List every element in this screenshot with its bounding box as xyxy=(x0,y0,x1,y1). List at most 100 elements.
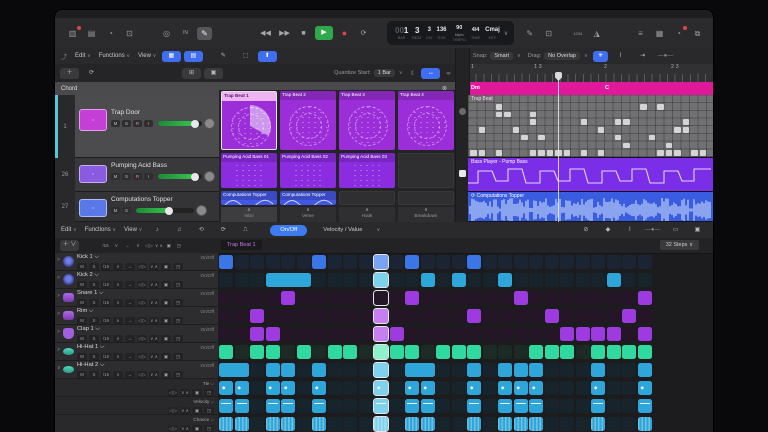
step-cell[interactable] xyxy=(405,398,419,413)
step-cell[interactable] xyxy=(265,344,280,359)
clear-icon[interactable]: ▣ xyxy=(161,262,171,270)
step-cell[interactable] xyxy=(420,254,435,269)
step-cell[interactable] xyxy=(250,290,264,305)
step-cell[interactable] xyxy=(265,416,280,431)
direction-icon[interactable]: → xyxy=(125,370,135,378)
performance-button[interactable]: ▣ xyxy=(204,67,223,79)
forward-button[interactable]: ▶▶ xyxy=(277,27,292,40)
step-cell[interactable] xyxy=(482,344,497,359)
step-cell[interactable] xyxy=(250,272,264,287)
clear-icon[interactable]: ▣ xyxy=(161,352,171,360)
step-cell[interactable] xyxy=(467,254,481,269)
mute-button[interactable]: M xyxy=(77,298,87,306)
step-cell[interactable]: ◆ xyxy=(467,380,481,395)
rate-stepper[interactable]: ∨ xyxy=(113,298,123,306)
step-cell[interactable] xyxy=(296,308,311,323)
loop-cell[interactable]: Pumping Acid Bass 03 xyxy=(339,153,395,188)
i-button[interactable]: I xyxy=(144,120,153,127)
direction-icon[interactable]: → xyxy=(125,298,135,306)
loops-functions-menu[interactable]: Functions ∨ xyxy=(99,53,130,59)
step-cell[interactable] xyxy=(327,290,342,305)
step-cell[interactable] xyxy=(482,308,497,323)
step-cell[interactable] xyxy=(482,290,497,305)
pan-knob[interactable] xyxy=(204,171,215,182)
row-name[interactable]: Hi-Hat 1 ⌵ xyxy=(77,344,104,351)
step-cell[interactable] xyxy=(591,362,605,377)
record-button[interactable]: ● xyxy=(337,27,352,40)
region-computations-topper[interactable]: ⟳ Computations Topper xyxy=(468,192,713,222)
step-cell[interactable] xyxy=(250,254,264,269)
scene-trigger[interactable]: ∧ Breakdown xyxy=(398,207,454,222)
hide-rows-eye-icon[interactable]: ⊘ xyxy=(576,225,595,236)
clear-icon[interactable]: ▣ xyxy=(161,370,171,378)
m-button[interactable]: M xyxy=(111,207,120,214)
sequencer-row-header[interactable]: Velocity ⌵ ◁ ▷ ∨ ∧ ▣ ◳ xyxy=(55,397,218,415)
add-row-button[interactable]: ＋ ∨ xyxy=(60,240,79,251)
direction-icon[interactable]: → xyxy=(125,352,135,360)
shift-icons[interactable]: ◁ ▷ xyxy=(137,262,147,270)
step-cell[interactable] xyxy=(343,326,357,341)
step-cell[interactable] xyxy=(606,362,621,377)
note-link-icon[interactable]: ♫ xyxy=(170,225,189,236)
loops-edit-menu[interactable]: Edit ∨ xyxy=(75,53,91,59)
step-cell[interactable] xyxy=(281,326,295,341)
step-cell[interactable]: ◆ xyxy=(637,380,652,395)
step-cell[interactable] xyxy=(467,272,481,287)
step-cell[interactable] xyxy=(358,362,373,377)
shift-icons[interactable]: ◁ ▷ xyxy=(137,334,147,342)
region-bass-player[interactable]: Bass Player - Pump Bass xyxy=(468,158,713,192)
step-cell[interactable] xyxy=(606,398,621,413)
step-cell[interactable] xyxy=(544,254,559,269)
step-cell[interactable] xyxy=(373,307,389,324)
step-cell[interactable] xyxy=(606,416,621,431)
step-cell[interactable] xyxy=(436,398,450,413)
step-cell[interactable] xyxy=(482,362,497,377)
step-cell[interactable] xyxy=(575,416,590,431)
step-cell[interactable] xyxy=(327,326,342,341)
metronome-icon[interactable]: ◮ xyxy=(589,27,604,40)
step-cell[interactable] xyxy=(219,344,233,359)
step-cell[interactable] xyxy=(343,344,357,359)
sequencer-row-header[interactable]: > Clap 1 ⌵ On/Off M S/16 ∨ → ◁ ▷ ∨ ∧ ▣ ◳ xyxy=(55,325,218,343)
step-cell[interactable] xyxy=(234,416,249,431)
step-cell[interactable] xyxy=(529,362,543,377)
clear-icon[interactable]: ▣ xyxy=(161,280,171,288)
volume-slider[interactable] xyxy=(136,206,194,215)
step-cell[interactable] xyxy=(296,326,311,341)
marquee-ruler-button[interactable]: I xyxy=(611,51,630,62)
step-cell[interactable] xyxy=(467,308,481,323)
loop-browser-icon[interactable]: ⧉ xyxy=(690,27,705,40)
step-cell[interactable] xyxy=(389,416,404,431)
step-cell[interactable] xyxy=(296,362,311,377)
step-cell[interactable] xyxy=(420,326,435,341)
shift-icons[interactable]: ◁ ▷ xyxy=(137,370,147,378)
global-direction-stepper[interactable]: ∨ xyxy=(136,243,140,249)
step-cell[interactable] xyxy=(219,362,249,377)
step-cell[interactable] xyxy=(436,380,450,395)
step-cell[interactable] xyxy=(451,272,466,287)
step-cell[interactable] xyxy=(482,272,497,287)
smart-controls-icon[interactable]: ◎ xyxy=(159,27,174,40)
step-cell[interactable] xyxy=(389,272,404,287)
sequencer-row-header[interactable]: > Snare 1 ⌵ On/Off M S/16 ∨ → ◁ ▷ ∨ ∧ ▣ ◳ xyxy=(55,289,218,307)
subrow-label[interactable]: Tie ⌵ xyxy=(203,381,214,386)
expand-arrow-icon[interactable]: > xyxy=(57,329,60,335)
cycle-button[interactable]: ⟳ xyxy=(356,27,371,40)
step-cell[interactable] xyxy=(405,362,435,377)
region-trap-beat[interactable]: Trap Beat xyxy=(468,95,713,158)
shift-icons[interactable]: ◁ ▷ xyxy=(137,352,147,360)
step-cell[interactable] xyxy=(327,308,342,323)
seq-functions-menu[interactable]: Functions ∨ xyxy=(85,227,116,233)
step-cell[interactable] xyxy=(389,290,404,305)
step-cell[interactable] xyxy=(606,290,621,305)
step-cell[interactable] xyxy=(389,308,404,323)
pencil-tool-button[interactable]: ✎ xyxy=(214,51,233,62)
volume-slider[interactable] xyxy=(158,172,202,181)
sequencer-row-header[interactable]: > Kick 2 ⌵ On/Off M S/16 ∨ → ◁ ▷ ∨ ∧ ▣ ◳ xyxy=(55,271,218,289)
step-cell[interactable] xyxy=(420,344,435,359)
pan-knob[interactable] xyxy=(204,118,215,129)
step-cell[interactable] xyxy=(529,308,543,323)
loop-cell[interactable]: Pumping Acid Bass 01 xyxy=(221,153,277,188)
list-editors-icon[interactable]: ≡ xyxy=(633,27,648,40)
mute-button[interactable]: M xyxy=(77,334,87,342)
